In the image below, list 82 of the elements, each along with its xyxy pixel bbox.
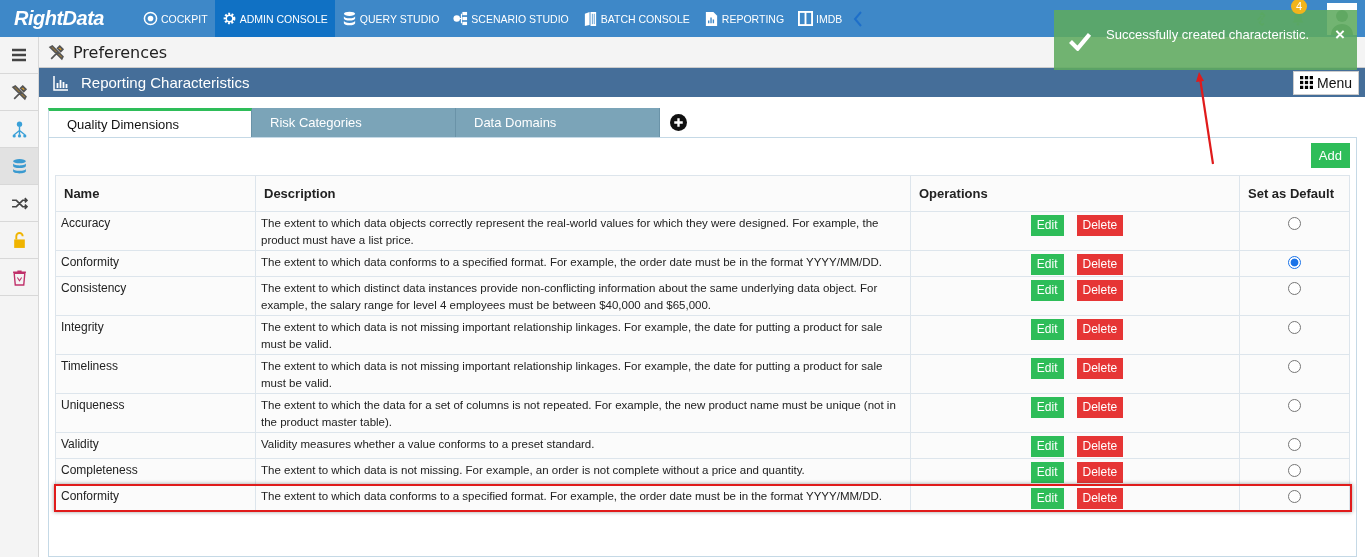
target-icon [143, 11, 158, 26]
settings-icon [221, 11, 237, 26]
tools-icon [10, 83, 28, 101]
nav-tab[interactable]: COCKPIT [136, 0, 215, 37]
delete-button[interactable]: Delete [1076, 358, 1124, 379]
table-cell: The extent to which distinct data instances provide non-conflicting information about the same underlying data object. For example, the salary range for level 4 employees must be between $40,000 and $65,000. [255, 276, 911, 316]
menu-icon [11, 47, 27, 63]
edit-button[interactable]: Edit [1030, 436, 1064, 457]
close-button[interactable]: × [1335, 27, 1345, 43]
table-cell: Completeness [55, 458, 256, 485]
radio-button[interactable] [1288, 217, 1301, 230]
edit-button[interactable]: Edit [1030, 358, 1064, 379]
table-cell: The extent to which data is not missing important relationship linkages. For example, the date for putting a product for sale must be valid. [255, 354, 911, 394]
edit-button[interactable]: Edit [1030, 254, 1064, 275]
table-cell: The extent to which data conforms to a specified format. For example, the order date must be in the format YYYY/MM/DD. [255, 250, 911, 277]
table-cell: Uniqueness [55, 393, 256, 433]
table-cell: The extent to which data is not missing important relationship linkages. For example, the date for putting a product for sale must be valid. [255, 315, 911, 355]
table-cell: Validity [55, 432, 256, 459]
table-cell: Accuracy [55, 211, 256, 251]
column-header: Description [255, 175, 911, 212]
delete-button[interactable]: Delete [1076, 397, 1124, 418]
tab[interactable]: Risk Categories [252, 108, 456, 137]
database-icon [341, 11, 357, 26]
delete-button[interactable]: Delete [1076, 462, 1124, 483]
nav-tab[interactable]: SCENARIO STUDIO [446, 0, 576, 37]
delete-button[interactable]: Delete [1076, 280, 1124, 301]
edit-button[interactable]: Edit [1030, 280, 1064, 301]
radio-button[interactable] [1288, 399, 1301, 412]
flow-icon [453, 11, 469, 26]
tab[interactable]: Quality Dimensions [48, 108, 252, 137]
nav-tab[interactable]: ADMIN CONSOLE [214, 0, 335, 37]
edit-button[interactable]: Edit [1030, 319, 1064, 340]
delete-button[interactable]: Delete [1076, 215, 1124, 236]
columns-icon [798, 11, 814, 26]
table-cell: The extent to which the data for a set of columns is not repeated. For example, the new product name must be unique (not in the product master table). [255, 393, 911, 433]
column-header: Operations [910, 175, 1240, 212]
report-icon [703, 11, 719, 26]
table-cell: Validity measures whether a value conforms to a preset standard. [255, 432, 911, 459]
delete-button[interactable]: Delete [1076, 319, 1124, 340]
radio-button[interactable] [1288, 360, 1301, 373]
delete-button[interactable]: Delete [1076, 436, 1124, 457]
table-cell: Timeliness [55, 354, 256, 394]
add-button[interactable]: Add [1310, 143, 1350, 168]
nav-tab[interactable]: REPORTING [696, 0, 792, 37]
checkmark-icon [1068, 32, 1092, 51]
table-cell: Consistency [55, 276, 256, 316]
column-header: Set as Default [1239, 175, 1350, 212]
edit-button[interactable]: Edit [1030, 488, 1064, 509]
menu-button[interactable]: Menu [1292, 70, 1359, 95]
table-cell: The extent to which data objects correctly represent the real-world values for which they were designed. For example, the product must have a list price. [255, 211, 911, 251]
edit-button[interactable]: Edit [1030, 397, 1064, 418]
section-title: Reporting Characteristics [81, 74, 250, 92]
column-header: Name [55, 175, 256, 212]
radio-button[interactable] [1288, 464, 1301, 477]
plus-circle-icon [670, 114, 687, 131]
bar-chart-icon [53, 74, 69, 91]
network-icon [10, 120, 28, 138]
edit-button[interactable]: Edit [1030, 215, 1064, 236]
tab[interactable]: Data Domains [456, 108, 660, 137]
delete-button[interactable]: Delete [1076, 488, 1124, 509]
nav-tab[interactable]: QUERY STUDIO [334, 0, 447, 37]
trash-icon [10, 268, 28, 286]
page-title: Preferences [73, 42, 168, 62]
radio-button[interactable] [1288, 321, 1301, 334]
radio-button[interactable] [1288, 438, 1301, 451]
table-cell: Conformity [55, 250, 256, 277]
logo: RightData [13, 6, 105, 31]
toast-message: Successfully created characteristic. [1106, 27, 1310, 42]
book-icon [582, 11, 598, 26]
radio-button[interactable] [1288, 490, 1301, 503]
notification-badge: 4 [1291, 0, 1308, 14]
radio-button[interactable] [1288, 282, 1301, 295]
grid-icon [1299, 76, 1313, 90]
nav-tab[interactable]: IMDB [791, 0, 850, 37]
edit-button[interactable]: Edit [1030, 462, 1064, 483]
chevron-left-icon [853, 10, 864, 27]
radio-button[interactable] [1288, 256, 1301, 269]
database-icon [10, 157, 28, 175]
delete-button[interactable]: Delete [1076, 254, 1124, 275]
table-cell: Integrity [55, 315, 256, 355]
tools-icon [48, 43, 65, 61]
nav-tab[interactable]: BATCH CONSOLE [575, 0, 697, 37]
